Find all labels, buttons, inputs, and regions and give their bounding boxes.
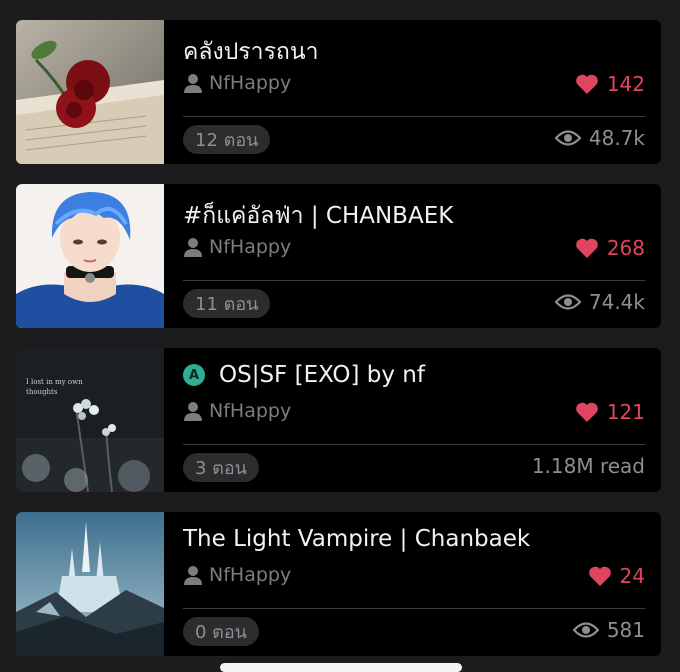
chapter-count-text: 0 ตอน <box>195 622 247 643</box>
read-count: 1.18M read <box>532 454 645 478</box>
story-card[interactable]: #ก็แค่อัลฟ่า | CHANBAEK NfHappy 268 11 ต… <box>16 184 661 328</box>
white-flowers-cover: I lost in my own thoughts <box>16 348 164 492</box>
eye-icon <box>554 294 581 310</box>
divider <box>183 444 645 445</box>
view-count-value: 74.4k <box>588 290 645 314</box>
story-author[interactable]: NfHappy <box>183 72 291 94</box>
view-count: 48.7k <box>554 126 645 150</box>
divider <box>183 280 645 281</box>
person-icon <box>184 238 202 257</box>
like-count[interactable]: 268 <box>575 236 645 260</box>
author-badge: A <box>183 364 205 386</box>
chapter-count-text: 3 ตอน <box>195 458 247 479</box>
like-count[interactable]: 24 <box>588 564 645 588</box>
author-name[interactable]: NfHappy <box>209 72 291 94</box>
view-count: 581 <box>572 618 645 642</box>
blue-hair-character-cover <box>16 184 164 328</box>
view-count: 74.4k <box>554 290 645 314</box>
story-title[interactable]: #ก็แค่อัลฟ่า | CHANBAEK <box>183 198 651 234</box>
story-title-text[interactable]: #ก็แค่อัลฟ่า | CHANBAEK <box>183 198 453 234</box>
author-name[interactable]: NfHappy <box>209 236 291 258</box>
story-title[interactable]: The Light Vampire | Chanbaek <box>183 526 651 552</box>
like-count[interactable]: 142 <box>575 72 645 96</box>
heart-icon <box>576 402 598 422</box>
like-count-value: 142 <box>606 72 645 96</box>
rose-on-book-cover <box>16 20 164 164</box>
story-cover-image[interactable] <box>16 184 164 328</box>
story-title[interactable]: คลังปรารถนา <box>183 34 651 70</box>
story-title[interactable]: A OS|SF [EXO] by nf <box>183 362 651 388</box>
divider <box>183 608 645 609</box>
heart-icon <box>588 566 611 586</box>
story-list: คลังปรารถนา NfHappy 142 12 ตอน 48.7k #ก็… <box>0 0 680 672</box>
like-count[interactable]: 121 <box>575 400 645 424</box>
story-title-text[interactable]: OS|SF [EXO] by nf <box>219 362 425 388</box>
view-count-value: 48.7k <box>588 126 645 150</box>
like-count-value: 268 <box>606 236 645 260</box>
read-count-value: 1.18M read <box>531 454 645 478</box>
view-count-value: 581 <box>606 618 645 642</box>
eye-icon <box>572 622 599 638</box>
chapter-count-text: 11 ตอน <box>195 294 259 315</box>
cover-caption-line: I lost in my own <box>26 378 83 386</box>
home-indicator[interactable] <box>220 663 462 672</box>
person-icon <box>184 566 202 585</box>
story-author[interactable]: NfHappy <box>183 564 291 586</box>
ice-castle-cover <box>16 512 164 656</box>
story-author[interactable]: NfHappy <box>183 236 291 258</box>
divider <box>183 116 645 117</box>
cover-caption-line: thoughts <box>26 388 58 396</box>
story-title-text[interactable]: The Light Vampire | Chanbaek <box>183 526 530 552</box>
story-cover-image[interactable] <box>16 20 164 164</box>
like-count-value: 24 <box>619 564 645 588</box>
author-name[interactable]: NfHappy <box>209 564 291 586</box>
chapter-count-badge: 0 ตอน <box>183 617 259 646</box>
heart-icon <box>576 238 598 258</box>
story-card[interactable]: คลังปรารถนา NfHappy 142 12 ตอน 48.7k <box>16 20 661 164</box>
story-cover-image[interactable]: I lost in my own thoughts <box>16 348 164 492</box>
heart-icon <box>576 74 598 94</box>
chapter-count-text: 12 ตอน <box>195 130 259 151</box>
author-name[interactable]: NfHappy <box>209 400 291 422</box>
person-icon <box>184 74 202 93</box>
story-card[interactable]: I lost in my own thoughts A OS|SF [EXO] … <box>16 348 661 492</box>
person-icon <box>184 402 202 421</box>
story-cover-image[interactable] <box>16 512 164 656</box>
story-card[interactable]: The Light Vampire | Chanbaek NfHappy 24 … <box>16 512 661 656</box>
chapter-count-badge: 11 ตอน <box>183 289 271 318</box>
story-author[interactable]: NfHappy <box>183 400 291 422</box>
like-count-value: 121 <box>606 400 645 424</box>
eye-icon <box>554 130 581 146</box>
chapter-count-badge: 12 ตอน <box>183 125 271 154</box>
chapter-count-badge: 3 ตอน <box>183 453 259 482</box>
story-title-text[interactable]: คลังปรารถนา <box>183 34 319 70</box>
